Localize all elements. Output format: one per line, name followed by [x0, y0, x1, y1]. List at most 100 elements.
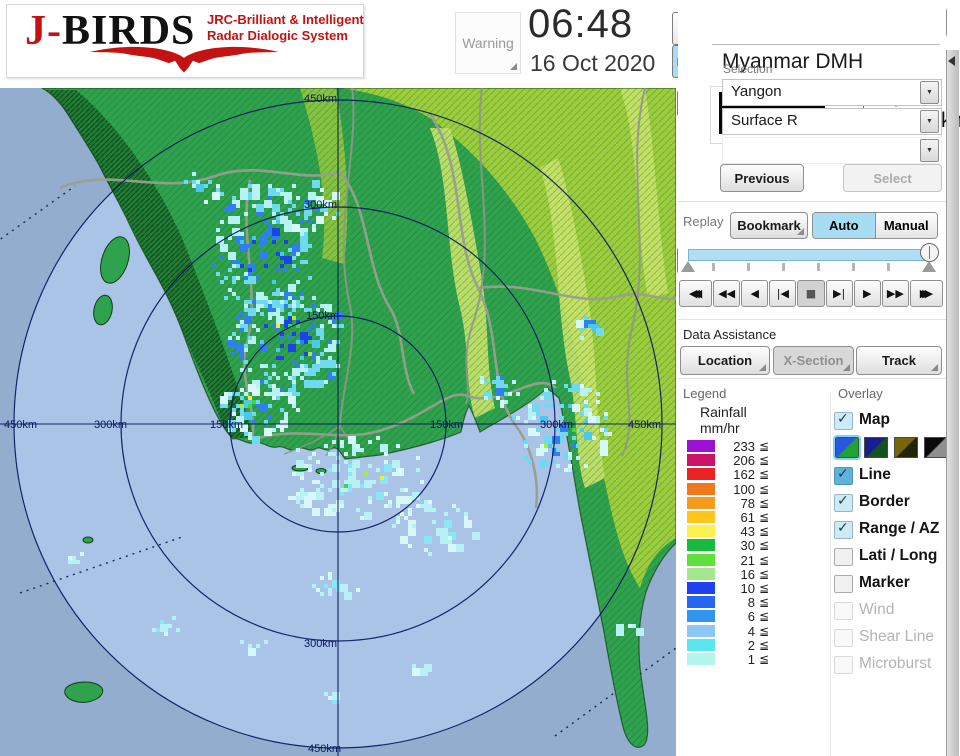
legend-label: Legend [683, 386, 727, 401]
fastest-forward-button[interactable]: ▶▶▶ [909, 280, 943, 307]
legend-comparator: ≦ [759, 524, 770, 539]
overlay-item-label: Lati / Long [859, 547, 938, 564]
previous-button[interactable]: Previous [720, 164, 804, 192]
legend-color-swatch [687, 454, 715, 467]
legend-comparator: ≦ [759, 538, 770, 553]
da-button-label: Track [882, 353, 916, 368]
collapse-left-arrow-icon [948, 56, 955, 66]
legend-row: 10 ≦ [687, 581, 817, 596]
option-dropdown[interactable]: ▼ [722, 137, 942, 164]
replay-timeline-track[interactable] [688, 249, 930, 261]
map-style-swatch-1[interactable] [833, 435, 861, 460]
legend-row: 30 ≦ [687, 538, 817, 554]
legend-color-swatch [687, 638, 715, 651]
legend-row: 43 ≦ [687, 524, 817, 539]
legend-value: 162 [733, 467, 755, 483]
legend-row: 16 ≦ [687, 566, 817, 582]
warning-button[interactable]: Warning [455, 12, 521, 74]
overlay-item-label: Shear Line [859, 628, 934, 645]
ring-label: 300km [540, 419, 573, 431]
legend-comparator: ≦ [759, 453, 770, 468]
play-button[interactable]: ▶ [853, 280, 881, 307]
select-button[interactable]: Select [843, 164, 942, 192]
ring-label: 150km [430, 419, 463, 431]
legend-comparator: ≦ [759, 623, 770, 638]
jbirds-logo: J-BIRDS JRC-Brilliant & Intelligent Rada… [6, 4, 364, 78]
overlay-item-label: Range / AZ [859, 520, 940, 537]
legend-color-swatch [687, 610, 715, 623]
section-divider [678, 378, 946, 379]
legend-value: 78 [740, 495, 755, 511]
ring-label: 300km [94, 419, 127, 431]
auto-mode-button[interactable]: Auto [813, 213, 876, 238]
overlay-item-label: Marker [859, 574, 910, 591]
overlay-checkbox[interactable] [834, 466, 853, 485]
legend-row: 6 ≦ [687, 609, 817, 624]
product-dropdown-arrow-icon[interactable]: ▼ [920, 110, 939, 133]
overlay-checkbox[interactable] [834, 548, 853, 566]
replay-mode-toggle: Auto Manual [812, 212, 938, 239]
legend-value: 30 [740, 538, 755, 554]
legend-value: 4 [747, 623, 755, 639]
legend-color-swatch [687, 567, 715, 580]
step-forward-button[interactable]: ▶| [825, 280, 853, 307]
overlay-item-line: Line [834, 465, 946, 489]
panel-collapse-strip[interactable] [946, 50, 959, 756]
overlay-checkbox[interactable] [834, 493, 853, 512]
legend-color-swatch [687, 482, 715, 495]
product-dropdown[interactable]: Surface R ▼ [722, 108, 942, 135]
warning-button-label: Warning [462, 35, 514, 51]
manual-label: Manual [883, 218, 929, 233]
logo-tagline-line2: Radar Dialogic System [207, 28, 348, 43]
ring-label: 300km [304, 638, 337, 650]
legend-row: 206 ≦ [687, 453, 817, 468]
site-dropdown[interactable]: Yangon ▼ [722, 79, 942, 106]
fast-forward-button[interactable]: ▶▶ [881, 280, 909, 307]
select-button-label: Select [873, 170, 912, 186]
overlay-item-shear-line: Shear Line [834, 627, 946, 651]
legend-overlay-divider [830, 392, 831, 756]
timeline-tick [712, 263, 715, 271]
rewind-button[interactable]: ◀◀ [713, 280, 741, 307]
fast-rewind-button[interactable]: ◀◀◀ [679, 280, 713, 307]
legend-value: 21 [740, 552, 755, 568]
radar-map-svg: 450km 300km 150km 450km 300km 150km 150km 300km… [0, 87, 677, 756]
bookmark-button-label: Bookmark [737, 218, 801, 233]
overlay-item-lati-long: Lati / Long [834, 546, 946, 570]
overlay-item-border: Border [834, 492, 946, 516]
overlay-checkbox [834, 656, 853, 674]
site-dropdown-arrow-icon[interactable]: ▼ [920, 81, 939, 104]
play-reverse-button[interactable]: ◀ [741, 280, 769, 307]
replay-timeline-thumb[interactable] [920, 243, 939, 262]
stop-button[interactable]: ■ [797, 280, 825, 307]
bookmark-button[interactable]: Bookmark [730, 212, 808, 239]
location-button[interactable]: Location [680, 346, 770, 375]
overlay-checkbox[interactable] [834, 520, 853, 539]
overlay-checkbox[interactable] [834, 575, 853, 593]
overlay-item-label: Microburst [859, 655, 932, 672]
legend-row: 4 ≦ [687, 623, 817, 639]
ring-label: 150km [306, 310, 339, 322]
legend-row: 78 ≦ [687, 495, 817, 511]
legend-row: 8 ≦ [687, 595, 817, 611]
overlay-checkbox[interactable] [834, 411, 853, 430]
clock-time: 06:48 [528, 2, 634, 46]
manual-mode-button[interactable]: Manual [875, 213, 937, 238]
overlay-item-marker: Marker [834, 573, 946, 597]
step-back-button[interactable]: |◀ [769, 280, 797, 307]
control-panel: Myanmar DMH Range 450 km Selection Yango… [678, 0, 960, 756]
legend-unit-line1: Rainfall [700, 404, 747, 420]
radar-map-view[interactable]: 450km 300km 150km 450km 300km 150km 150km 300km… [0, 87, 677, 756]
legend-value: 16 [740, 566, 755, 582]
map-style-swatch-2[interactable] [864, 437, 888, 458]
map-style-swatch-4[interactable] [924, 437, 948, 458]
option-dropdown-arrow-icon[interactable]: ▼ [920, 139, 939, 162]
legend-value: 233 [733, 439, 755, 454]
legend-row: 233 ≦ [687, 439, 817, 454]
legend-comparator: ≦ [759, 495, 770, 510]
map-style-swatch-3[interactable] [894, 437, 918, 458]
product-dropdown-value: Surface R [731, 112, 798, 129]
legend-value: 8 [747, 595, 755, 611]
track-button[interactable]: Track [856, 346, 942, 375]
timeline-ticks [688, 263, 928, 271]
